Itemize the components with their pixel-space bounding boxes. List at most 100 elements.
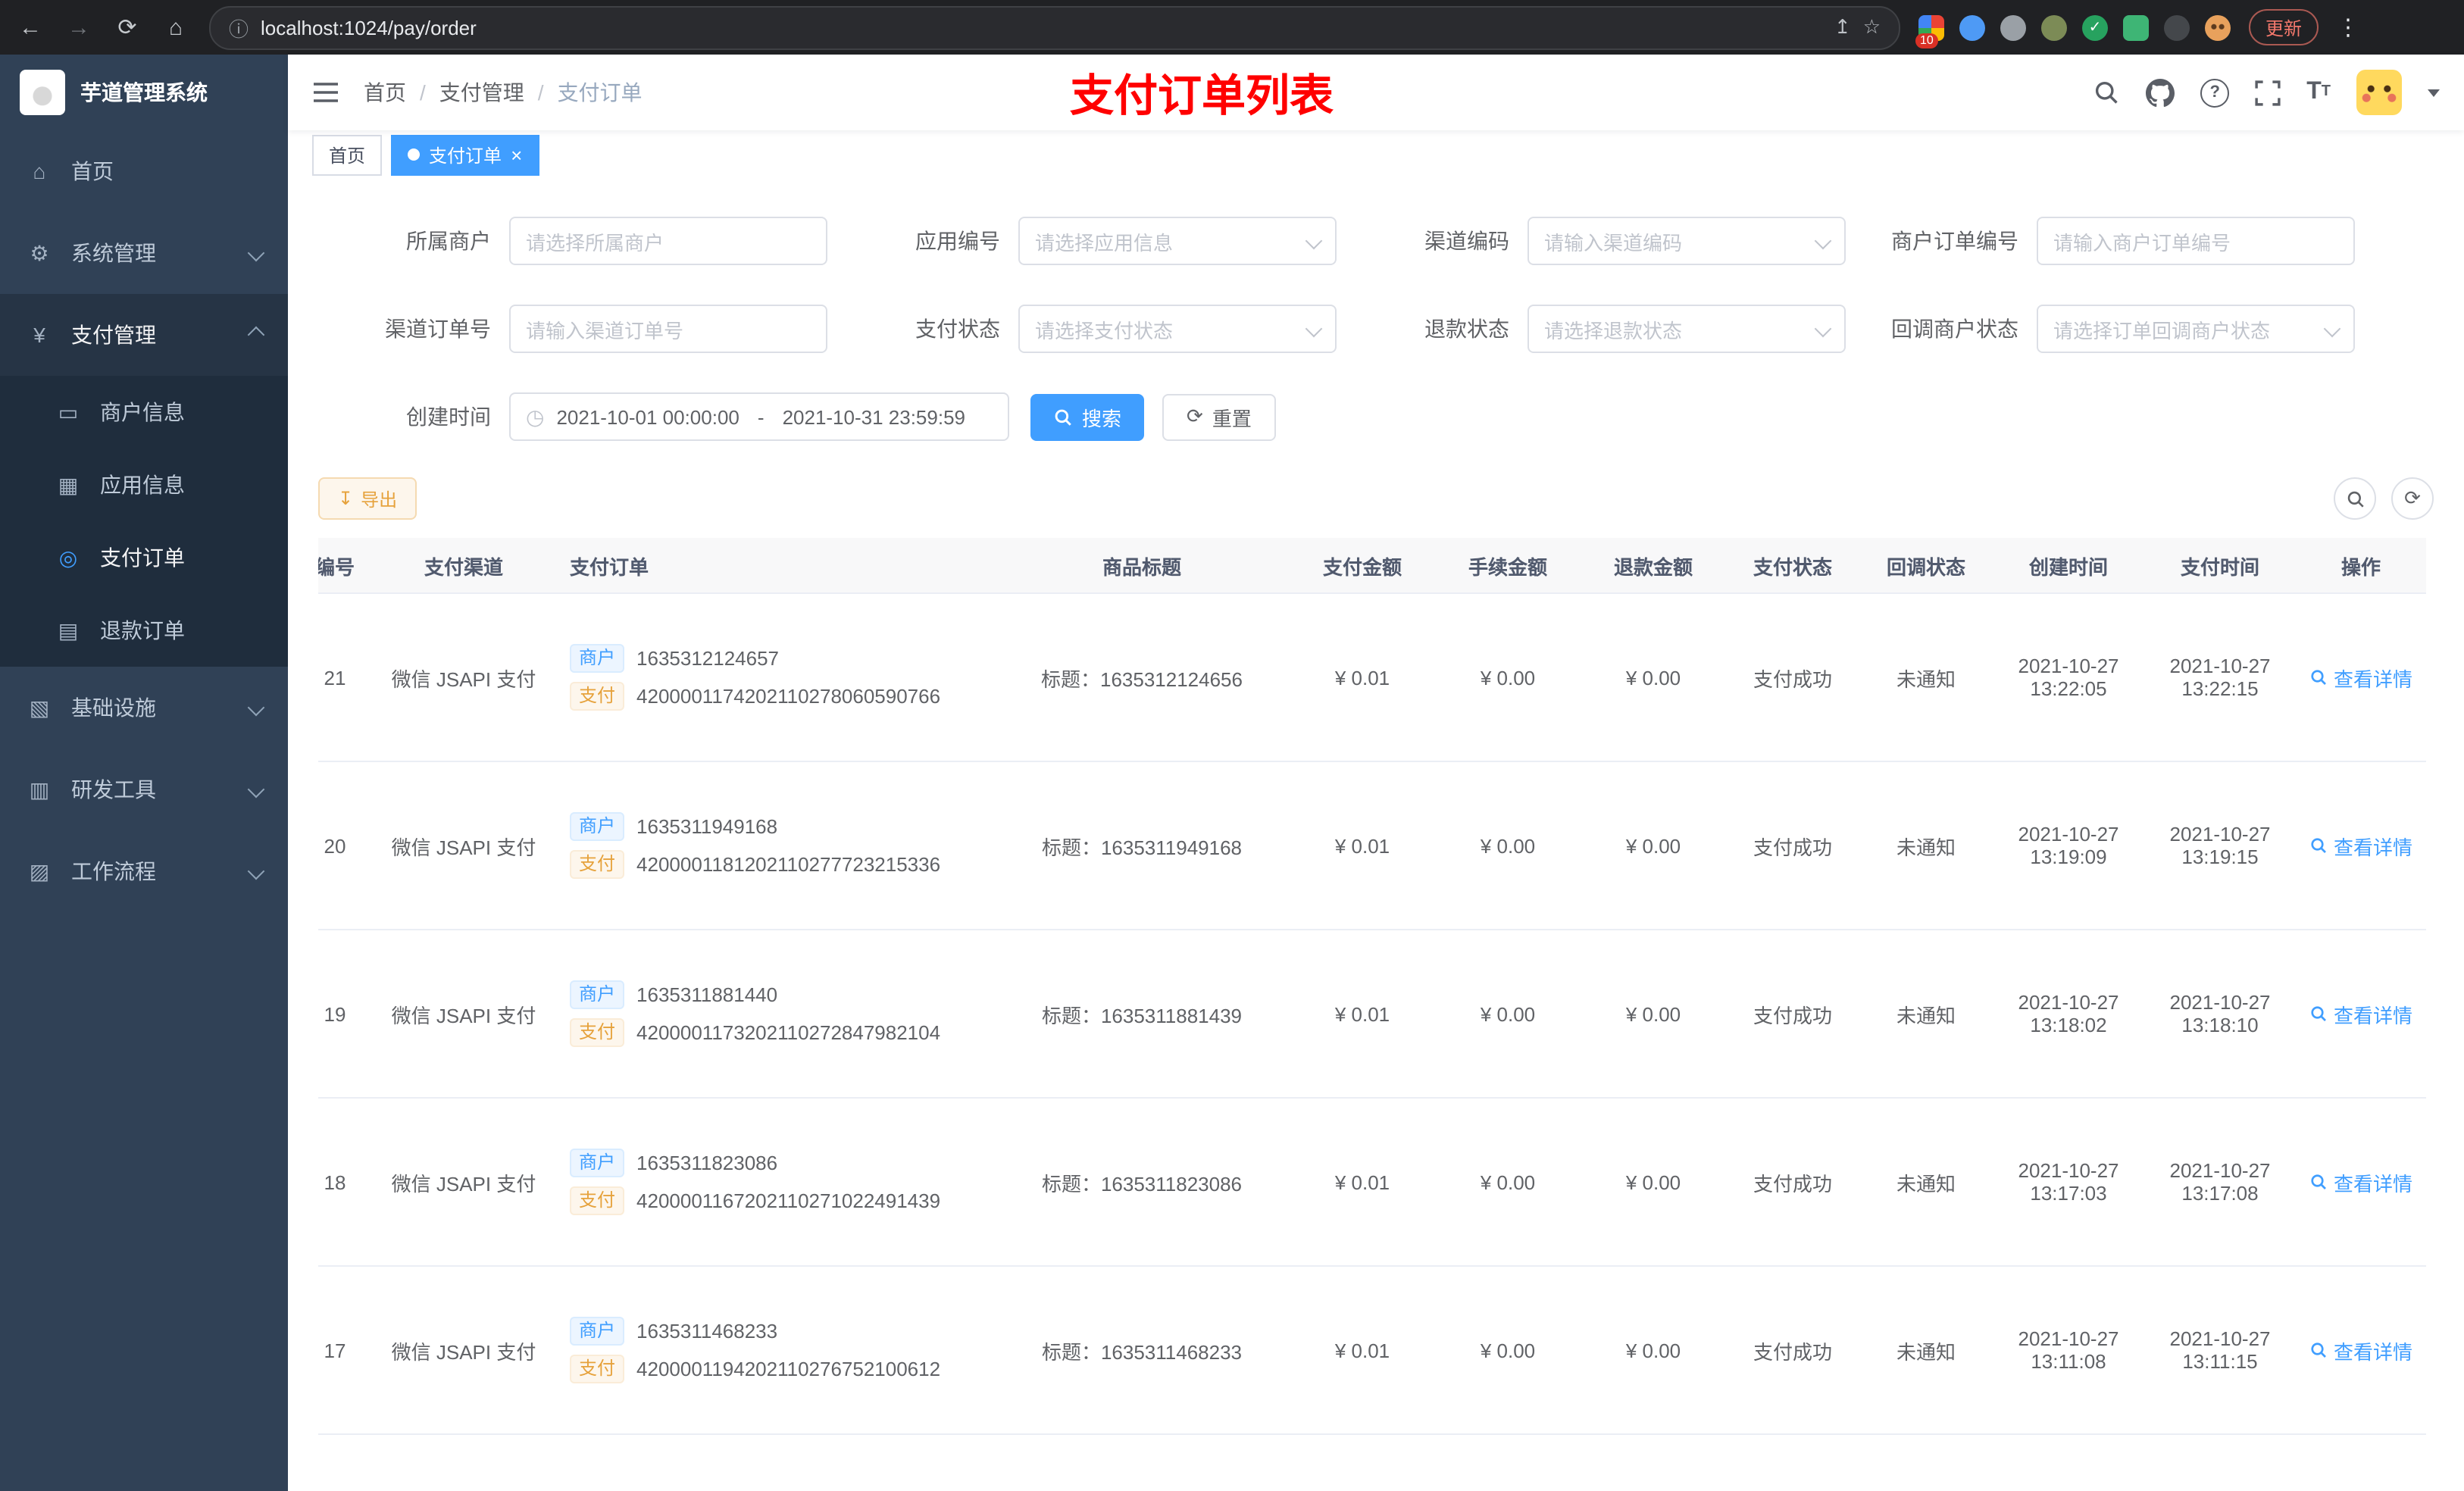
app-logo[interactable]: 芋道管理系统: [0, 55, 288, 130]
channel-code-select[interactable]: 请输入渠道编码: [1527, 217, 1846, 265]
filter-label: 商户订单编号: [1891, 229, 2018, 253]
view-detail-link[interactable]: 查看详情: [2309, 999, 2412, 1028]
sidebar-item-app-info[interactable]: ▦ 应用信息: [0, 449, 288, 521]
sidebar-item-pay-order[interactable]: ◎ 支付订单: [0, 521, 288, 594]
cell-id: 20: [318, 761, 373, 930]
fullscreen-icon[interactable]: [2255, 80, 2281, 105]
font-size-icon[interactable]: TT: [2306, 80, 2331, 105]
cell-action: 查看详情: [2296, 761, 2426, 930]
cell-refund: [1581, 1434, 1726, 1491]
back-icon[interactable]: ←: [15, 14, 45, 40]
view-detail-link[interactable]: 查看详情: [2309, 1167, 2412, 1196]
address-bar[interactable]: ⓘ localhost:1024/pay/order ↥ ☆: [209, 5, 1900, 49]
sidebar-item-merchant-info[interactable]: ▭ 商户信息: [0, 376, 288, 449]
pay-tag: 支付: [570, 1186, 625, 1215]
view-detail-link[interactable]: 查看详情: [2309, 663, 2412, 692]
merchant-select[interactable]: 请选择所属商户: [509, 217, 827, 265]
merchant-order-no: 1635311468233: [636, 1320, 778, 1343]
cell-amount: ¥ 0.01: [1290, 1266, 1435, 1435]
sidebar-item-payment[interactable]: ¥ 支付管理: [0, 294, 288, 376]
table-row: 18 微信 JSAPI 支付 商户 1635311823086 支付 42000…: [318, 1098, 2426, 1267]
reload-icon[interactable]: ⟳: [112, 14, 142, 41]
extension-puzzle-icon[interactable]: 10: [1915, 14, 1944, 48]
dashboard-icon: ⌂: [33, 159, 46, 183]
notify-status-select[interactable]: 请选择订单回调商户状态: [2037, 305, 2355, 353]
avatar-caret-icon[interactable]: [2428, 89, 2440, 96]
view-detail-link[interactable]: 查看详情: [2309, 1336, 2412, 1364]
pay-status-select[interactable]: 请选择支付状态: [1018, 305, 1337, 353]
briefcase-icon: ▨: [29, 858, 50, 883]
filter-label: 支付状态: [915, 317, 1000, 341]
browser-menu-icon[interactable]: ⋮: [2337, 14, 2359, 41]
header-actions: ? TT: [2093, 70, 2440, 115]
extension-icon-gray[interactable]: [2000, 14, 2026, 40]
browser-update-button[interactable]: 更新: [2249, 9, 2319, 45]
home-icon[interactable]: ⌂: [161, 14, 191, 40]
extension-icon-blue[interactable]: [1959, 14, 1985, 40]
bookmark-star-icon[interactable]: ☆: [1863, 15, 1881, 39]
breadcrumb-home[interactable]: 首页: [364, 77, 406, 108]
sidebar-item-label: 系统管理: [71, 241, 156, 265]
url-text: localhost:1024/pay/order: [261, 16, 477, 39]
sidebar-item-home[interactable]: ⌂ 首页: [0, 130, 288, 212]
search-icon[interactable]: [2093, 79, 2120, 106]
cell-amount: ¥ 0.01: [1290, 1098, 1435, 1267]
search-button[interactable]: 搜索: [1030, 393, 1145, 440]
help-icon[interactable]: ?: [2200, 78, 2230, 107]
sidebar: 芋道管理系统 ⌂ 首页 ⚙ 系统管理 ¥ 支付管理 ▭ 商户信息 ▦ 应用信息 …: [0, 55, 288, 1491]
extension-icon-olive[interactable]: [2041, 14, 2067, 40]
github-icon[interactable]: [2146, 78, 2175, 107]
sidebar-item-workflow[interactable]: ▨ 工作流程: [0, 830, 288, 912]
user-avatar[interactable]: [2356, 70, 2402, 115]
filter-label: 应用编号: [915, 229, 1000, 253]
col-header-id: 编号: [318, 538, 373, 594]
extension-icon-chat[interactable]: [2123, 14, 2149, 40]
close-icon[interactable]: ×: [511, 145, 522, 164]
app-select[interactable]: 请选择应用信息: [1018, 217, 1337, 265]
breadcrumb-payment[interactable]: 支付管理: [439, 77, 524, 108]
cell-title: 标题：1635312124656: [994, 593, 1290, 762]
filter-label: 渠道编码: [1424, 229, 1509, 253]
create-time-range-picker[interactable]: ◷ 2021-10-01 00:00:00 - 2021-10-31 23:59…: [509, 392, 1009, 441]
cell-channel: 微信 JSAPI 支付: [373, 593, 555, 762]
table-row: 商户 163531185786 支付 查看详情: [318, 1434, 2426, 1491]
app-header: 首页 / 支付管理 / 支付订单 支付订单列表 ? T T: [288, 55, 2464, 130]
site-info-icon[interactable]: ⓘ: [229, 13, 249, 42]
cell-id: 17: [318, 1266, 373, 1435]
share-icon[interactable]: ↥: [1834, 15, 1851, 39]
reset-button[interactable]: ⟳ 重置: [1162, 393, 1276, 440]
tab-home[interactable]: 首页: [312, 134, 383, 175]
gear-icon: ⚙: [30, 240, 49, 264]
tab-pay-order[interactable]: 支付订单 ×: [391, 134, 539, 175]
sidebar-item-devtools[interactable]: ▥ 研发工具: [0, 749, 288, 830]
col-header-notify: 回调状态: [1859, 538, 1993, 594]
cell-paid: [2144, 1434, 2296, 1491]
extension-icon-check[interactable]: ✓: [2082, 14, 2108, 40]
cell-refund: ¥ 0.00: [1581, 1098, 1726, 1267]
channel-pay-no: 4200001167202110271022491439: [636, 1189, 941, 1212]
monitor-icon: ▧: [29, 695, 50, 719]
sidebar-item-infrastructure[interactable]: ▧ 基础设施: [0, 667, 288, 749]
channel-order-no-input[interactable]: 请输入渠道订单号: [509, 305, 827, 353]
breadcrumb-separator: /: [537, 80, 544, 105]
refresh-button[interactable]: ⟳: [2391, 477, 2434, 520]
refund-status-select[interactable]: 请选择退款状态: [1527, 305, 1846, 353]
cell-id: 18: [318, 1098, 373, 1267]
chevron-down-icon: [247, 862, 265, 880]
cell-action: 查看详情: [2296, 930, 2426, 1099]
export-button[interactable]: ↧ 导出: [318, 477, 417, 520]
placeholder-text: 请选择所属商户: [526, 231, 664, 254]
forward-icon[interactable]: →: [64, 14, 94, 40]
sidebar-toggle-icon[interactable]: [312, 80, 339, 105]
merchant-order-no-input[interactable]: 请输入商户订单编号: [2037, 217, 2355, 265]
sidebar-item-system[interactable]: ⚙ 系统管理: [0, 212, 288, 294]
extension-icon-dark[interactable]: [2164, 14, 2190, 40]
search-toggle-button[interactable]: [2334, 477, 2376, 520]
page-content: 所属商户 请选择所属商户 应用编号 请选择应用信息 渠道编码 请输入渠道编码 商…: [288, 179, 2464, 1491]
view-detail-link[interactable]: 查看详情: [2309, 831, 2412, 860]
sidebar-item-refund-order[interactable]: ▤ 退款订单: [0, 594, 288, 667]
cell-notify: 未通知: [1859, 761, 1993, 930]
browser-profile-avatar[interactable]: [2205, 14, 2231, 40]
cell-created: 2021-10-27 13:11:08: [1993, 1266, 2144, 1435]
chevron-down-icon: [247, 244, 265, 262]
